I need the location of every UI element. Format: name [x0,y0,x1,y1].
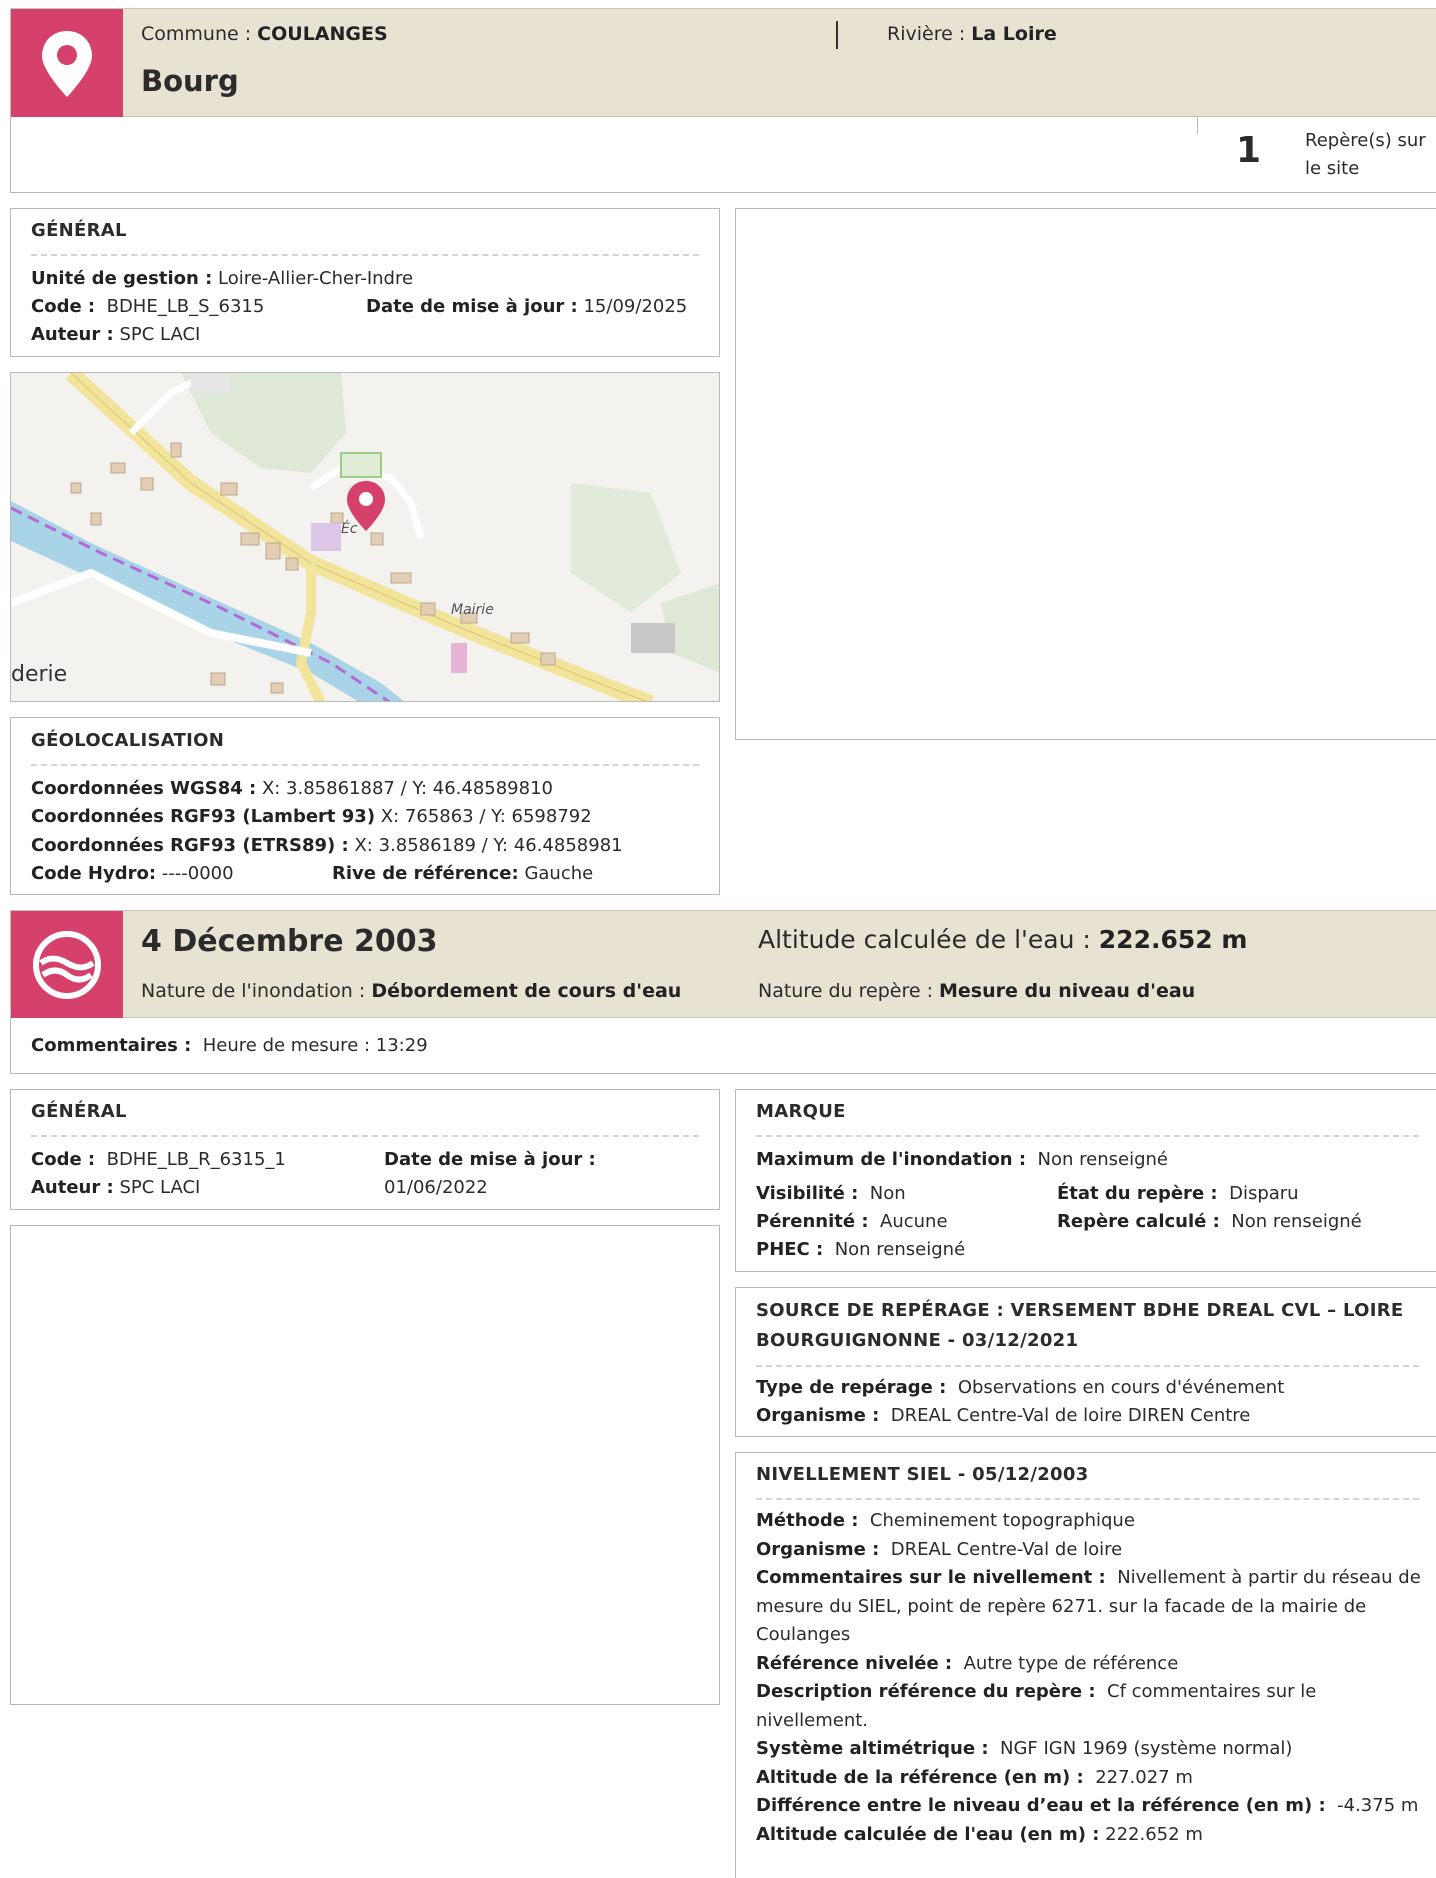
site-header: Commune : COULANGES Rivière : La Loire B… [10,8,1436,117]
altitude-eau-line: Altitude calculée de l'eau (en m) : 222.… [756,1823,1203,1845]
source-card: SOURCE DE REPÉRAGE : VERSEMENT BDHE DREA… [735,1287,1436,1437]
source-organisme-line: Organisme : DREAL Centre-Val de loire DI… [756,1405,1251,1426]
methode-line: Méthode : Cheminement topographique [756,1510,1135,1531]
general2-card: GÉNÉRAL Code : BDHE_LB_R_6315_1 Auteur :… [10,1089,720,1210]
event-header: 4 Décembre 2003 Altitude calculée de l'e… [10,910,1436,1018]
map-label-mairie: Mairie [451,602,494,618]
unite-line: Unité de gestion : Loire-Allier-Cher-Ind… [31,268,414,289]
event-date: 4 Décembre 2003 [141,924,438,959]
nivellement-card: NIVELLEMENT SIEL - 05/12/2003 Méthode : … [735,1452,1436,1878]
general-title: GÉNÉRAL [31,220,127,241]
source-divider [756,1365,1419,1367]
commentaires-bar: Commentaires : Heure de mesure : 13:29 [10,1017,1436,1074]
commune-name: COULANGES [257,23,388,45]
nature-inondation-line: Nature de l'inondation : Débordement de … [141,980,682,1002]
marque-card: MARQUE Maximum de l'inondation : Non ren… [735,1089,1436,1272]
commune-line: Commune : COULANGES [141,23,388,45]
map-canvas[interactable]: derie Mairie Éc [11,373,720,702]
hydro-line: Code Hydro: ----0000 [31,863,234,884]
reperes-label: Repère(s) sur le site [1305,130,1426,179]
reperes-separator [1197,116,1198,134]
nivellement-body: Méthode : Cheminement topographique Orga… [756,1507,1426,1849]
nivellement-divider [756,1498,1419,1500]
general2-divider [31,1135,699,1137]
nivellement-organisme-line: Organisme : DREAL Centre-Val de loire [756,1538,1123,1560]
nivellement-comment-line: Commentaires sur le nivellement : Nivell… [756,1567,1421,1645]
geo-title: GÉOLOCALISATION [31,730,225,751]
site-title: Bourg [141,64,239,98]
wgs-line: Coordonnées WGS84 : X: 3.85861887 / Y: 4… [31,778,553,799]
right-empty-panel [735,208,1436,740]
calcule-line: Repère calculé : Non renseigné [1057,1211,1362,1232]
map-pin-icon [42,31,92,97]
date2-label: Date de mise à jour : [384,1149,596,1170]
rgf-etrs-line: Coordonnées RGF93 (ETRS89) : X: 3.858618… [31,835,623,856]
geolocalisation-card: GÉOLOCALISATION Coordonnées WGS84 : X: 3… [10,717,720,895]
systeme-line: Système altimétrique : NGF IGN 1969 (sys… [756,1738,1293,1759]
date2-value: 01/06/2022 [384,1177,488,1198]
auteur2-line: Auteur : SPC LACI [31,1177,201,1198]
altitude-ref-line: Altitude de la référence (en m) : 227.02… [756,1766,1193,1788]
header-separator [836,21,838,49]
site-icon-box [11,9,123,117]
visibilite-line: Visibilité : Non [756,1183,906,1204]
etat-line: État du repère : Disparu [1057,1183,1299,1204]
perennite-line: Pérennité : Aucune [756,1211,948,1232]
photo-panel [10,1225,720,1705]
rgf-lambert-line: Coordonnées RGF93 (Lambert 93) X: 765863… [31,806,592,827]
nature-repere-line: Nature du repère : Mesure du niveau d'ea… [758,980,1196,1002]
phec-line: PHEC : Non renseigné [756,1239,966,1260]
general-card: GÉNÉRAL Unité de gestion : Loire-Allier-… [10,208,720,357]
geo-divider [31,764,699,766]
source-title: SOURCE DE REPÉRAGE : VERSEMENT BDHE DREA… [756,1300,1404,1351]
max-line: Maximum de l'inondation : Non renseigné [756,1149,1169,1170]
riviere-line: Rivière : La Loire [887,23,1057,45]
reference-line: Référence nivelée : Autre type de référe… [756,1652,1179,1674]
type-line: Type de repérage : Observations en cours… [756,1377,1285,1398]
riviere-name: La Loire [971,23,1057,45]
nivellement-title: NIVELLEMENT SIEL - 05/12/2003 [756,1464,1089,1485]
rive-line: Rive de référence: Gauche [332,863,594,884]
auteur-line: Auteur : SPC LACI [31,324,201,345]
difference-line: Différence entre le niveau d’eau et la r… [756,1795,1419,1816]
map-label-ecole: Éc [341,520,358,537]
reperes-count: 1 [1236,130,1262,171]
water-wave-icon [33,931,101,999]
marque-divider [756,1135,1419,1137]
description-line: Description référence du repère : Cf com… [756,1681,1317,1731]
code-line: Code : BDHE_LB_S_6315 [31,296,265,317]
event-icon-box [11,911,123,1018]
marque-title: MARQUE [756,1101,846,1122]
code2-line: Code : BDHE_LB_R_6315_1 [31,1149,286,1170]
general2-title: GÉNÉRAL [31,1101,127,1122]
date-line: Date de mise à jour : 15/09/2025 [366,296,688,317]
event-altitude: Altitude calculée de l'eau : 222.652 m [758,925,1248,954]
general-divider [31,254,699,256]
reperes-bar: 1 Repère(s) sur le site [10,116,1436,193]
site-map[interactable]: derie Mairie Éc [10,372,720,702]
map-label-derie: derie [11,662,67,687]
commentaires-line: Commentaires : Heure de mesure : 13:29 [31,1035,428,1056]
